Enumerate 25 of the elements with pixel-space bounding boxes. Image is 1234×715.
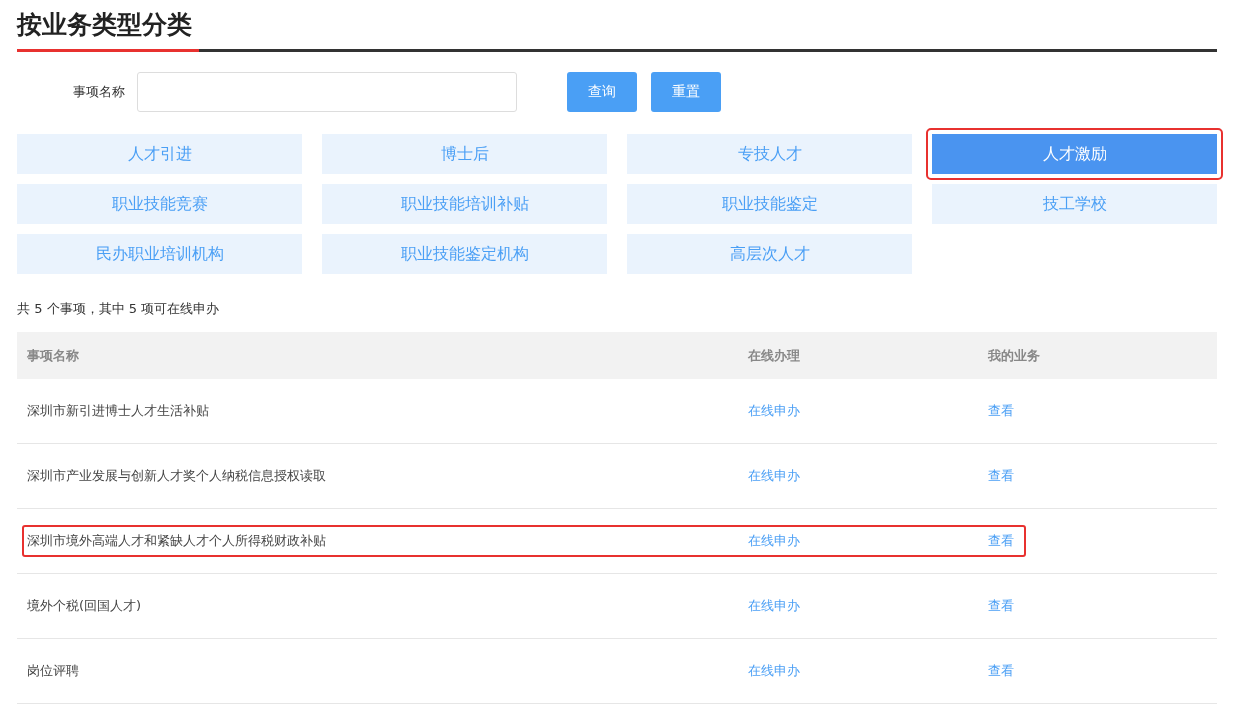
column-header: 在线办理 — [748, 347, 800, 363]
page-title: 按业务类型分类 — [17, 0, 199, 52]
column-header: 事项名称 — [27, 347, 79, 363]
reset-button[interactable]: 重置 — [651, 72, 721, 112]
view-link[interactable]: 查看 — [988, 598, 1014, 613]
input-field[interactable] — [137, 72, 517, 112]
item-name: 深圳市产业发展与创新人才奖个人纳税信息授权读取 — [27, 468, 326, 483]
search-button[interactable]: 查询 — [567, 72, 637, 112]
view-link[interactable]: 查看 — [988, 663, 1014, 678]
column-header: 我的业务 — [988, 347, 1040, 363]
apply-link[interactable]: 在线申办 — [748, 403, 800, 418]
apply-link[interactable]: 在线申办 — [748, 468, 800, 483]
apply-link[interactable]: 在线申办 — [748, 598, 800, 613]
field-label: 事项名称 — [72, 83, 125, 101]
category-tab[interactable]: 人才激励 — [926, 128, 1223, 180]
view-link[interactable]: 查看 — [988, 533, 1014, 548]
apply-link[interactable]: 在线申办 — [748, 533, 800, 548]
item-name: 深圳市境外高端人才和紧缺人才个人所得税财政补贴 — [27, 533, 326, 548]
item-name: 深圳市新引进博士人才生活补贴 — [27, 403, 209, 418]
item-name: 境外个税(回国人才) — [27, 598, 142, 613]
view-link[interactable]: 查看 — [988, 468, 1014, 483]
apply-link[interactable]: 在线申办 — [748, 663, 800, 678]
view-link[interactable]: 查看 — [988, 403, 1014, 418]
item-name: 岗位评聘 — [27, 663, 79, 678]
summary-text: 共 5 个事项，其中 5 项可在线申办 — [17, 300, 221, 318]
